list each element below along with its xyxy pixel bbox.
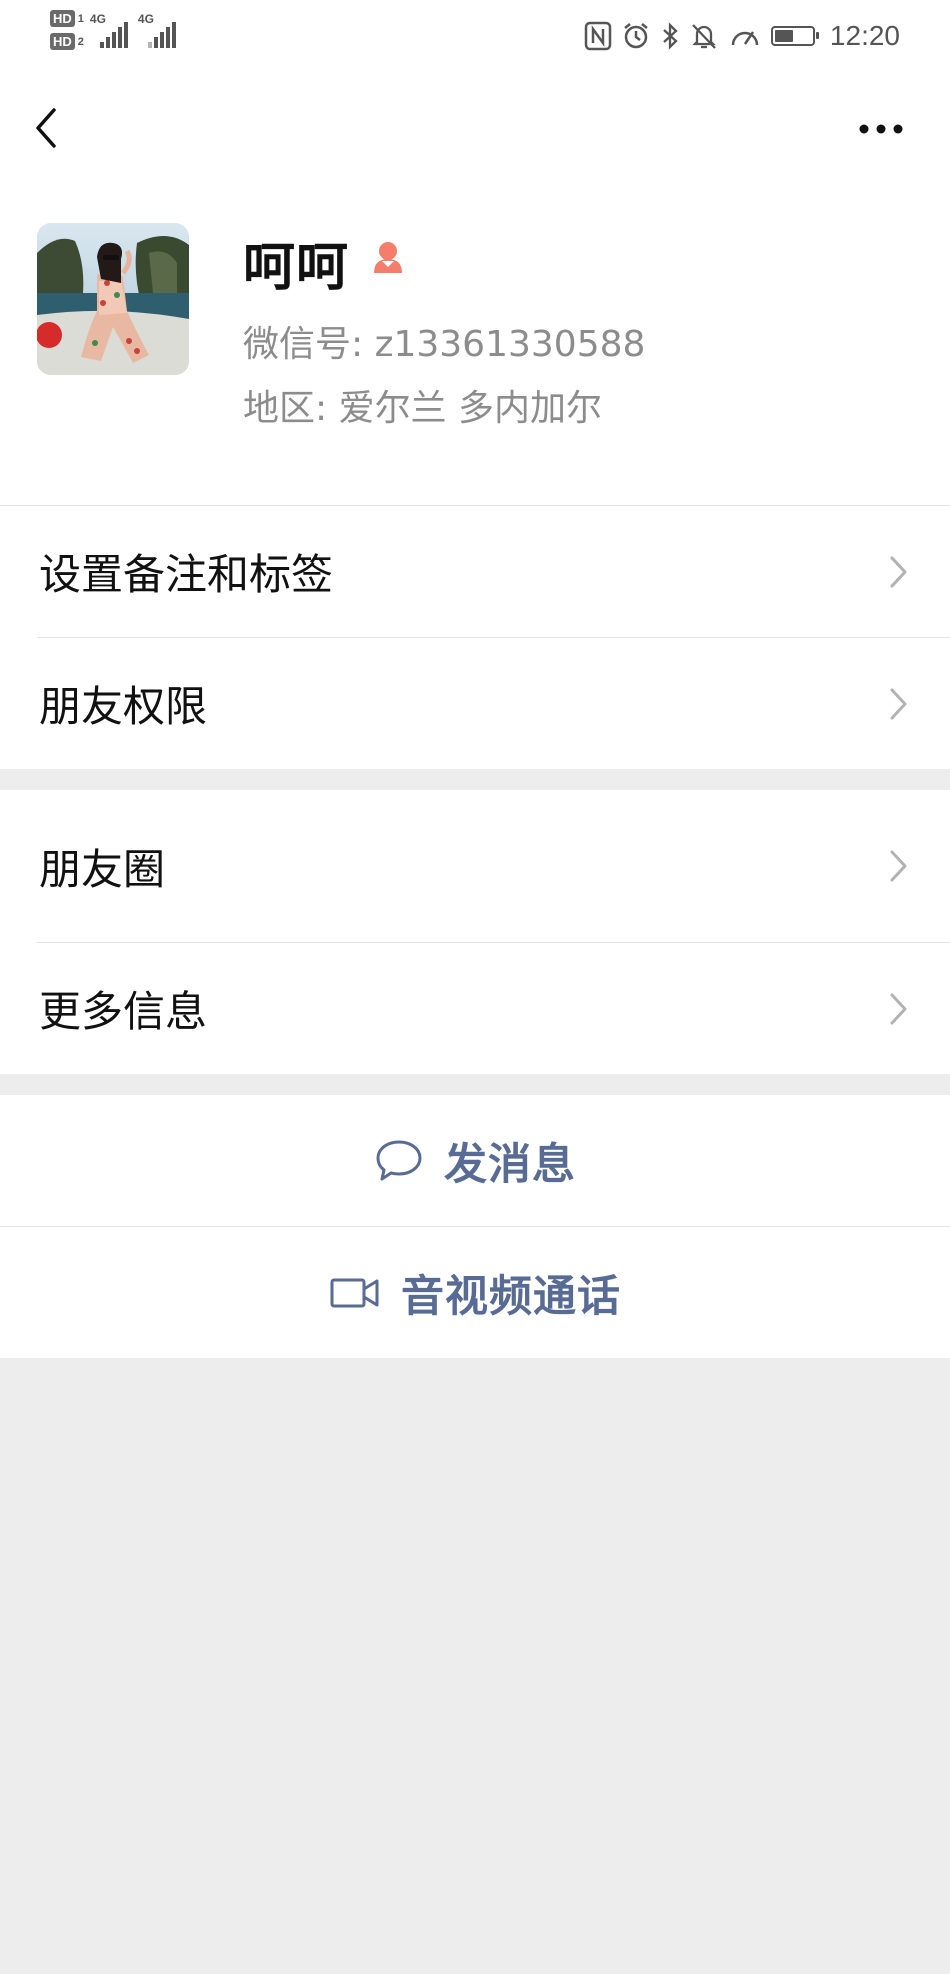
wechat-id: 微信号: z13361330588	[243, 324, 646, 365]
set-remarks-tags-item[interactable]: 设置备注和标签	[0, 506, 950, 637]
voice-video-call-button[interactable]: 音视频通话	[0, 1227, 950, 1358]
hd-badge-2: HD	[50, 33, 75, 50]
status-bar: HD 1 HD 2 4G 4G 12:20	[0, 0, 950, 72]
chat-bubble-icon	[376, 1140, 422, 1180]
section-gap	[0, 769, 950, 790]
profile-name: 呵呵	[243, 238, 350, 298]
status-time: 12:20	[829, 20, 900, 51]
set-remarks-tags-label: 设置备注和标签	[39, 550, 334, 599]
more-info-label: 更多信息	[39, 987, 208, 1036]
profile-header: HD 1 HD 2 4G 4G 12:20 呵呵 微信号: z133613305…	[0, 0, 950, 505]
status-right: 12:20	[584, 14, 900, 58]
section-gap	[0, 1074, 950, 1095]
female-icon	[374, 242, 402, 273]
avatar-image	[37, 223, 189, 375]
moments-item[interactable]: 朋友圈	[0, 790, 950, 942]
menu-group-2: 朋友圈 更多信息	[0, 790, 950, 1074]
chevron-right-icon	[890, 993, 907, 1024]
chevron-right-icon	[890, 850, 907, 882]
mute-icon	[692, 24, 716, 49]
sim-1-number: 1	[77, 12, 84, 25]
back-icon[interactable]	[30, 104, 64, 152]
avatar[interactable]	[37, 223, 189, 375]
sim-2-number: 2	[77, 35, 84, 48]
friend-permissions-item[interactable]: 朋友权限	[0, 638, 950, 769]
hd-badge-1: HD	[50, 10, 75, 27]
bluetooth-icon	[663, 22, 678, 50]
menu-group-1: 设置备注和标签 朋友权限	[0, 506, 950, 769]
video-camera-icon	[330, 1278, 379, 1307]
status-left: HD 1 HD 2 4G 4G	[50, 10, 180, 64]
speed-icon	[731, 31, 759, 46]
nfc-icon	[584, 21, 612, 51]
signal-icon-1: 4G	[90, 12, 132, 48]
send-message-label: 发消息	[444, 1139, 576, 1190]
network-type-1: 4G	[89, 12, 106, 26]
signal-icon-2: 4G	[138, 12, 180, 48]
alarm-icon	[624, 23, 648, 49]
chevron-right-icon	[890, 688, 907, 719]
more-info-item[interactable]: 更多信息	[0, 943, 950, 1074]
battery-icon	[770, 26, 819, 46]
friend-permissions-label: 朋友权限	[39, 682, 208, 731]
region: 地区: 爱尔兰 多内加尔	[243, 388, 603, 429]
chevron-right-icon	[890, 556, 907, 587]
moments-label: 朋友圈	[39, 844, 166, 894]
voice-video-call-label: 音视频通话	[401, 1271, 621, 1322]
send-message-button[interactable]: 发消息	[0, 1095, 950, 1226]
network-type-2: 4G	[137, 12, 154, 26]
more-options-icon[interactable]	[858, 112, 904, 146]
